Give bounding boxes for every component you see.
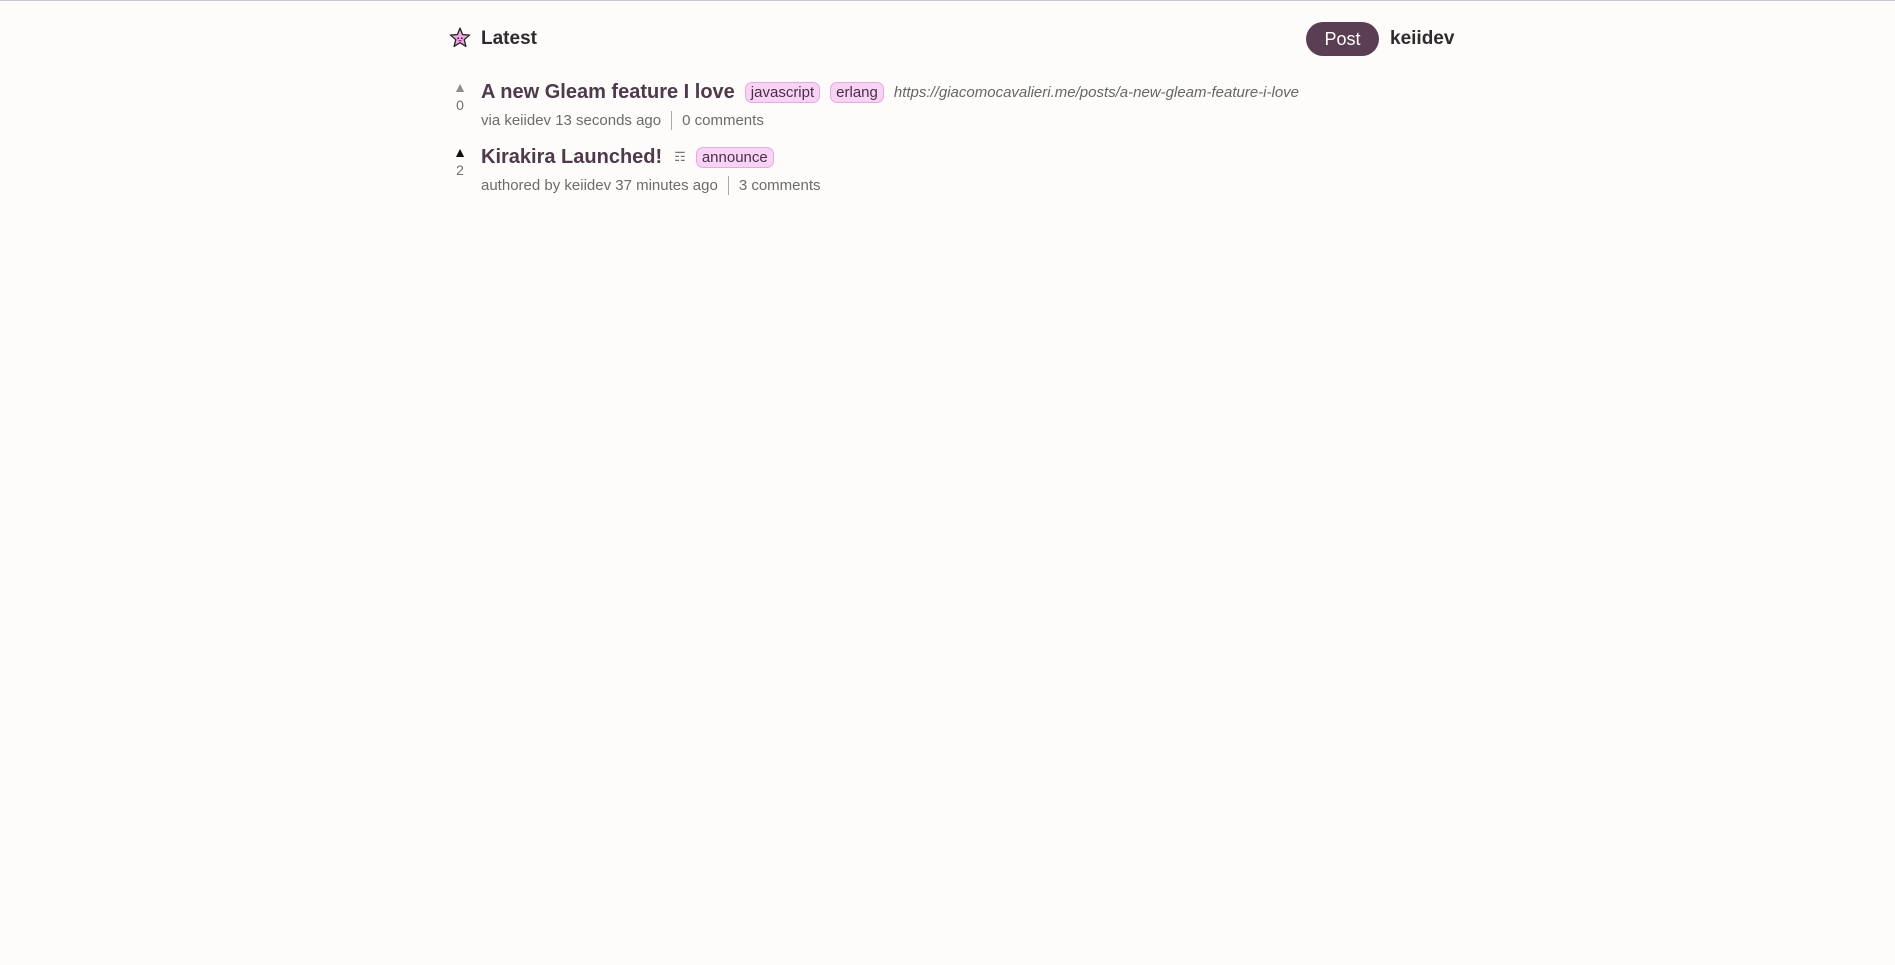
post-item: ▲ 0 A new Gleam feature I love javascrip… bbox=[448, 79, 1450, 135]
upvote-arrow-icon[interactable]: ▲ bbox=[448, 79, 472, 95]
post-url-link[interactable]: https://giacomocavalieri.me/posts/a-new-… bbox=[894, 84, 1299, 101]
post-title-link[interactable]: Kirakira Launched! bbox=[481, 145, 662, 169]
comments-link[interactable]: 3 comments bbox=[739, 177, 821, 194]
user-profile-link[interactable]: keiidev bbox=[1390, 28, 1454, 50]
top-border bbox=[0, 0, 1895, 1]
upvote-arrow-icon[interactable]: ▲ bbox=[448, 144, 472, 160]
tag-announce[interactable]: announce bbox=[695, 146, 774, 168]
post-meta: via keiidev 13 seconds ago 0 comments bbox=[481, 110, 764, 130]
post-title-link[interactable]: A new Gleam feature I love bbox=[481, 80, 735, 104]
star-logo-icon[interactable] bbox=[448, 26, 472, 50]
header: Latest Post keiidev bbox=[448, 20, 1454, 58]
vote-widget: ▲ 2 bbox=[448, 144, 472, 178]
vote-widget: ▲ 0 bbox=[448, 79, 472, 113]
post-byline: authored by keiidev 37 minutes ago bbox=[481, 176, 718, 194]
vote-count: 2 bbox=[456, 162, 464, 178]
tag-javascript[interactable]: javascript bbox=[744, 81, 821, 103]
meta-divider bbox=[671, 110, 673, 130]
meta-divider bbox=[727, 175, 729, 195]
post-item: ▲ 2 Kirakira Launched! ☶ announce author… bbox=[448, 144, 1450, 200]
vote-count: 0 bbox=[456, 97, 464, 113]
comments-link[interactable]: 0 comments bbox=[682, 112, 764, 129]
post-byline: via keiidev 13 seconds ago bbox=[481, 111, 662, 129]
post-title-row: A new Gleam feature I love javascript er… bbox=[481, 79, 1299, 105]
tag-erlang[interactable]: erlang bbox=[830, 81, 884, 103]
post-title-row: Kirakira Launched! ☶ announce bbox=[481, 144, 774, 170]
latest-link[interactable]: Latest bbox=[481, 28, 537, 50]
post-button[interactable]: Post bbox=[1306, 22, 1379, 56]
text-post-icon: ☶ bbox=[674, 149, 686, 164]
post-meta: authored by keiidev 37 minutes ago 3 com… bbox=[481, 175, 821, 195]
